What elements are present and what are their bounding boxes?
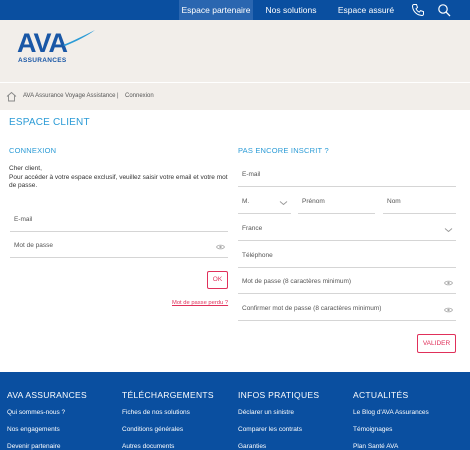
logo-subtitle: ASSURANCES (18, 57, 67, 64)
main-content: ESPACE CLIENT CONNEXION Cher client, Pou… (0, 110, 470, 372)
validate-button[interactable]: VALIDER (417, 334, 456, 353)
footer-link[interactable]: Plan Santé AVA (353, 443, 398, 450)
footer-link[interactable]: Devenir partenaire (7, 443, 60, 450)
footer-link[interactable]: Autres documents (122, 443, 174, 450)
confirm-password-label: Confirmer mot de passe (8 caractères min… (242, 305, 382, 312)
login-password-label: Mot de passe (14, 242, 54, 249)
breadcrumb-item-ava[interactable]: AVA Assurance Voyage Assistance (23, 93, 116, 99)
register-password-label: Mot de passe (8 caractères minimum) (242, 278, 352, 285)
firstname-label: Prénom (302, 198, 325, 205)
logo-swoosh-icon (63, 30, 95, 46)
site-footer: AVA ASSURANCES Qui sommes-nous ? Nos eng… (0, 372, 470, 450)
breadcrumb-item-connexion: Connexion (125, 93, 154, 99)
eye-icon[interactable] (444, 306, 453, 314)
eye-icon[interactable] (444, 279, 453, 287)
login-email-field[interactable]: E-mail (10, 210, 228, 232)
footer-link[interactable]: Témoignages (353, 426, 392, 433)
lastname-label: Nom (387, 198, 401, 205)
footer-link[interactable]: Qui sommes-nous ? (7, 409, 65, 416)
phone-icon[interactable] (411, 3, 425, 17)
register-email-label: E-mail (242, 171, 261, 178)
chevron-down-icon (444, 228, 453, 233)
firstname-field[interactable]: Prénom (298, 192, 375, 214)
footer-heading-actualites: ACTUALITÉS (353, 390, 409, 400)
eye-icon[interactable] (216, 243, 225, 251)
breadcrumb-separator: | (117, 93, 119, 99)
nav-espace-assure[interactable]: Espace assuré (333, 0, 399, 20)
confirm-password-field[interactable]: Confirmer mot de passe (8 caractères min… (238, 299, 456, 321)
footer-heading-telechargements: TÉLÉCHARGEMENTS (122, 390, 214, 400)
civility-select[interactable]: M. (238, 192, 291, 214)
nav-nos-solutions[interactable]: Nos solutions (258, 0, 324, 20)
search-icon[interactable] (437, 3, 451, 17)
lastname-field[interactable]: Nom (383, 192, 456, 214)
login-instructions: Cher client, Pour accéder à votre espace… (9, 165, 228, 189)
footer-link[interactable]: Comparer les contrats (238, 426, 302, 433)
country-value: France (242, 225, 263, 232)
footer-heading-ava: AVA ASSURANCES (7, 390, 87, 400)
civility-value: M. (242, 198, 250, 205)
footer-link[interactable]: Garanties (238, 443, 266, 450)
forgot-password-link[interactable]: Mot de passe perdu ? (172, 300, 228, 306)
home-icon[interactable] (6, 91, 17, 102)
footer-heading-infos: INFOS PRATIQUES (238, 390, 320, 400)
chevron-down-icon (279, 201, 288, 206)
register-heading: PAS ENCORE INSCRIT ? (238, 146, 329, 155)
page-title: ESPACE CLIENT (9, 117, 90, 128)
ava-logo[interactable]: AVA ASSURANCES (17, 28, 95, 73)
logo-brand: AVA (17, 28, 68, 58)
phone-field[interactable]: Téléphone (238, 246, 456, 268)
footer-link[interactable]: Fiches de nos solutions (122, 409, 190, 416)
breadcrumb: AVA Assurance Voyage Assistance | Connex… (0, 82, 470, 110)
footer-link[interactable]: Déclarer un sinistre (238, 409, 294, 416)
footer-link[interactable]: Nos engagements (7, 426, 60, 433)
site-header: AVA ASSURANCES (0, 20, 470, 82)
register-email-field[interactable]: E-mail (238, 165, 456, 187)
login-heading: CONNEXION (9, 146, 57, 155)
phone-label: Téléphone (242, 252, 273, 259)
footer-link[interactable]: Le Blog d'AVA Assurances (353, 409, 429, 416)
login-password-field[interactable]: Mot de passe (10, 236, 228, 258)
country-select[interactable]: France (238, 219, 456, 241)
nav-espace-partenaire[interactable]: Espace partenaire (179, 0, 253, 20)
login-ok-button[interactable]: OK (207, 271, 228, 289)
top-navigation-bar: Espace partenaire Nos solutions Espace a… (0, 0, 470, 20)
footer-link[interactable]: Conditions générales (122, 426, 183, 433)
register-password-field[interactable]: Mot de passe (8 caractères minimum) (238, 272, 456, 294)
login-email-label: E-mail (14, 216, 33, 223)
